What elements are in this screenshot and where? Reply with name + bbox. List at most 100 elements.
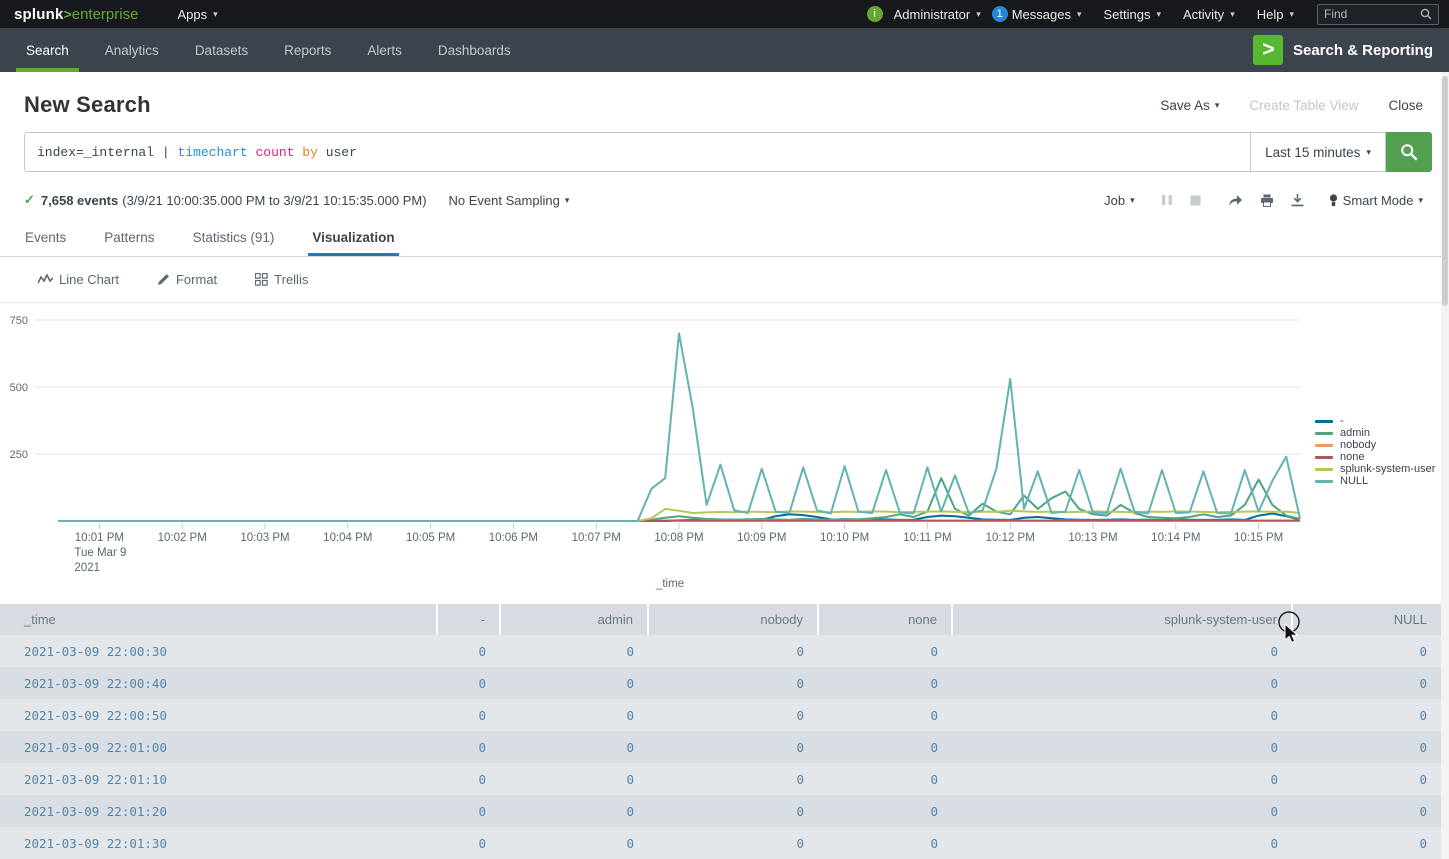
help-menu[interactable]: Help ▾ [1257,7,1294,22]
tab-statistics-91[interactable]: Statistics (91) [189,221,279,256]
cell-value[interactable]: 0 [818,635,952,667]
cell-value[interactable]: 0 [1292,699,1441,731]
app-tab-analytics[interactable]: Analytics [103,28,161,72]
series-line-admin[interactable] [58,478,1300,521]
cell-value[interactable]: 0 [648,731,818,763]
column-header-_time[interactable]: _time [0,604,437,635]
column-header-null[interactable]: NULL [1292,604,1441,635]
cell-value[interactable]: 0 [500,795,648,827]
messages-menu[interactable]: Messages ▾ [1012,7,1082,22]
save-as-button[interactable]: Save As ▾ [1160,98,1219,113]
legend-item-admin[interactable]: admin [1315,427,1435,439]
cell-time[interactable]: 2021-03-09 22:01:10 [0,763,437,795]
export-icon[interactable] [1291,194,1304,207]
cell-value[interactable]: 0 [952,731,1292,763]
cell-value[interactable]: 0 [818,667,952,699]
app-tab-search[interactable]: Search [24,28,71,72]
legend-item--[interactable]: - [1315,415,1435,427]
cell-value[interactable]: 0 [500,731,648,763]
series-line-null[interactable] [58,333,1300,521]
cell-value[interactable]: 0 [500,827,648,859]
splunk-logo[interactable]: splunk>enterprise [14,6,138,23]
chart-type-picker[interactable]: Line Chart [38,272,119,287]
cell-value[interactable]: 0 [437,699,500,731]
legend-item-null[interactable]: NULL [1315,475,1435,487]
cell-value[interactable]: 0 [818,795,952,827]
cell-value[interactable]: 0 [1292,635,1441,667]
cell-value[interactable]: 0 [1292,731,1441,763]
cell-value[interactable]: 0 [648,763,818,795]
cell-value[interactable]: 0 [818,827,952,859]
column-header-splunk-system-user[interactable]: splunk-system-user [952,604,1292,635]
print-icon[interactable] [1260,194,1274,207]
cell-value[interactable]: 0 [952,795,1292,827]
info-icon[interactable]: i [867,6,883,22]
cell-time[interactable]: 2021-03-09 22:01:20 [0,795,437,827]
cell-value[interactable]: 0 [952,827,1292,859]
cell-value[interactable]: 0 [437,731,500,763]
cell-value[interactable]: 0 [1292,763,1441,795]
format-button[interactable]: Format [157,272,217,287]
activity-menu[interactable]: Activity ▾ [1183,7,1235,22]
cell-value[interactable]: 0 [500,667,648,699]
cell-value[interactable]: 0 [437,795,500,827]
close-button[interactable]: Close [1388,98,1423,113]
cell-value[interactable]: 0 [818,731,952,763]
column-header-none[interactable]: none [818,604,952,635]
cell-value[interactable]: 0 [952,635,1292,667]
cell-value[interactable]: 0 [648,667,818,699]
cell-value[interactable]: 0 [648,635,818,667]
cell-value[interactable]: 0 [437,635,500,667]
cell-time[interactable]: 2021-03-09 22:01:30 [0,827,437,859]
pause-icon[interactable] [1162,194,1173,206]
search-query-input[interactable]: index=_internal | timechart count by use… [24,132,1251,172]
app-tab-reports[interactable]: Reports [282,28,333,72]
find-input[interactable]: Find [1317,4,1439,25]
cell-time[interactable]: 2021-03-09 22:00:50 [0,699,437,731]
cell-value[interactable]: 0 [952,699,1292,731]
run-search-button[interactable] [1386,132,1432,172]
column-header-nobody[interactable]: nobody [648,604,818,635]
column-header-admin[interactable]: admin [500,604,648,635]
cell-value[interactable]: 0 [648,827,818,859]
app-tab-alerts[interactable]: Alerts [365,28,404,72]
line-chart[interactable]: 25050075010:01 PMTue Mar 9202110:02 PM10… [0,303,1449,601]
stop-icon[interactable] [1190,194,1201,206]
time-range-picker[interactable]: Last 15 minutes ▾ [1251,132,1386,172]
cell-value[interactable]: 0 [818,699,952,731]
app-tab-datasets[interactable]: Datasets [193,28,250,72]
cell-value[interactable]: 0 [500,635,648,667]
cell-value[interactable]: 0 [952,667,1292,699]
tab-events[interactable]: Events [21,221,70,256]
legend-item-none[interactable]: none [1315,451,1435,463]
legend-item-splunk-system-user[interactable]: splunk-system-user [1315,463,1435,475]
current-app[interactable]: > Search & Reporting [1253,28,1433,72]
cell-value[interactable]: 0 [648,699,818,731]
event-sampling-menu[interactable]: No Event Sampling ▾ [449,193,570,208]
cell-value[interactable]: 0 [1292,827,1441,859]
settings-menu[interactable]: Settings ▾ [1104,7,1162,22]
search-mode-menu[interactable]: Smart Mode ▾ [1329,193,1423,208]
cell-time[interactable]: 2021-03-09 22:00:30 [0,635,437,667]
create-table-view-button[interactable]: Create Table View [1249,98,1358,113]
job-menu[interactable]: Job ▾ [1104,193,1135,208]
tab-visualization[interactable]: Visualization [308,221,398,256]
trellis-button[interactable]: Trellis [255,272,308,287]
column-header--[interactable]: - [437,604,500,635]
cell-value[interactable]: 0 [648,795,818,827]
cell-time[interactable]: 2021-03-09 22:00:40 [0,667,437,699]
administrator-menu[interactable]: Administrator ▾ [894,7,981,22]
cell-value[interactable]: 0 [818,763,952,795]
tab-patterns[interactable]: Patterns [100,221,158,256]
cell-value[interactable]: 0 [1292,667,1441,699]
share-icon[interactable] [1228,194,1243,207]
cell-time[interactable]: 2021-03-09 22:01:00 [0,731,437,763]
cell-value[interactable]: 0 [1292,795,1441,827]
apps-menu[interactable]: Apps ▾ [177,7,217,22]
cell-value[interactable]: 0 [437,667,500,699]
cell-value[interactable]: 0 [437,763,500,795]
cell-value[interactable]: 0 [500,699,648,731]
cell-value[interactable]: 0 [952,763,1292,795]
vertical-scrollbar[interactable] [1441,72,1449,859]
scrollbar-thumb[interactable] [1442,76,1448,306]
